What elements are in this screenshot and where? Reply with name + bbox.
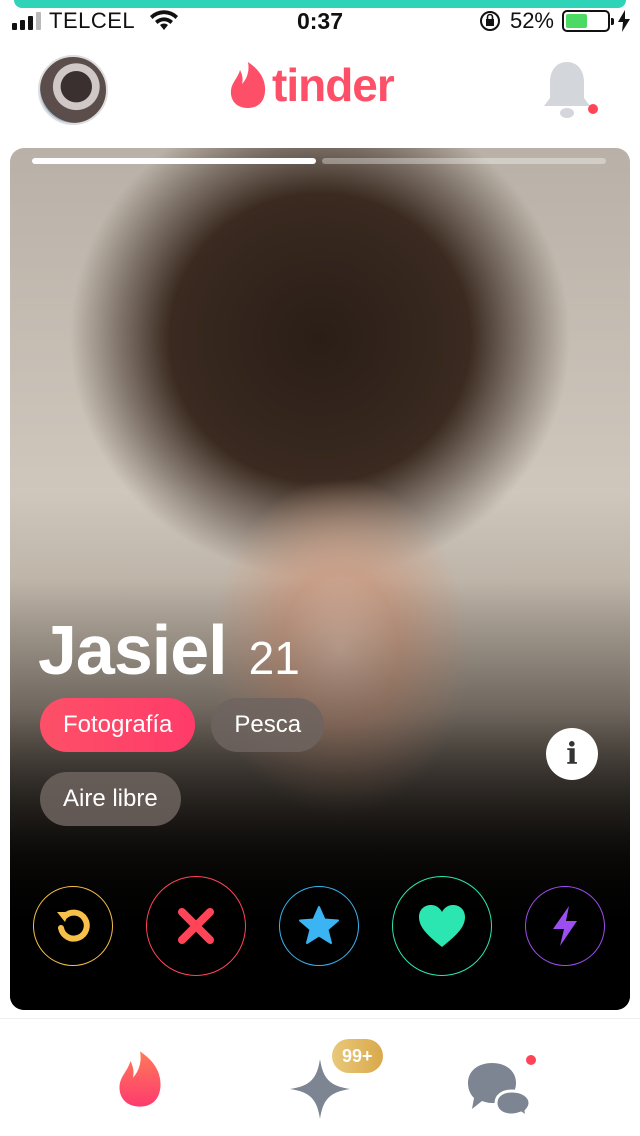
bolt-icon (553, 906, 577, 946)
logo-text: tinder (272, 59, 395, 111)
close-icon (178, 908, 214, 944)
profile-name: Jasiel (38, 611, 228, 689)
like-button[interactable] (392, 876, 492, 976)
photo-indicator (322, 158, 606, 164)
star-icon (299, 906, 339, 944)
top-picks-badge: 99+ (332, 1039, 383, 1073)
action-bar (10, 876, 630, 976)
flame-icon (119, 1051, 161, 1107)
flame-icon (230, 62, 266, 108)
status-bar: TELCEL 0:37 52% (0, 6, 640, 40)
nav-discover[interactable] (116, 1051, 164, 1112)
profile-heading: Jasiel 21 (38, 610, 300, 690)
battery-icon (562, 10, 614, 32)
app-header: tinder (0, 50, 640, 132)
bell-icon[interactable] (540, 58, 594, 122)
profile-card[interactable]: Jasiel 21 Fotografía Pesca Aire libre i (10, 148, 630, 1010)
profile-avatar[interactable] (38, 55, 108, 125)
photo-indicators (32, 158, 606, 164)
heart-icon (419, 905, 465, 947)
notification-dot (588, 104, 598, 114)
tinder-logo: tinder (228, 58, 395, 112)
boost-button[interactable] (525, 886, 605, 966)
charging-bolt-icon (618, 10, 630, 32)
battery-percent: 52% (509, 8, 554, 33)
profile-age: 21 (248, 632, 300, 684)
info-button[interactable]: i (546, 728, 598, 780)
rewind-icon (57, 909, 90, 942)
super-like-button[interactable] (279, 886, 359, 966)
photo-indicator (32, 158, 316, 164)
messages-unread-dot (526, 1055, 536, 1065)
interest-tag: Aire libre (40, 772, 181, 826)
rewind-button[interactable] (33, 886, 113, 966)
interest-tag: Fotografía (40, 698, 196, 752)
interest-tag: Pesca (211, 698, 325, 752)
bottom-nav: 99+ (0, 1018, 640, 1136)
nav-messages[interactable] (466, 1061, 532, 1122)
interest-tags: Fotografía Pesca Aire libre (40, 698, 460, 826)
nope-button[interactable] (146, 876, 246, 976)
info-icon: i (566, 736, 578, 772)
chat-icon (468, 1063, 532, 1121)
rotation-lock-icon (479, 11, 500, 31)
